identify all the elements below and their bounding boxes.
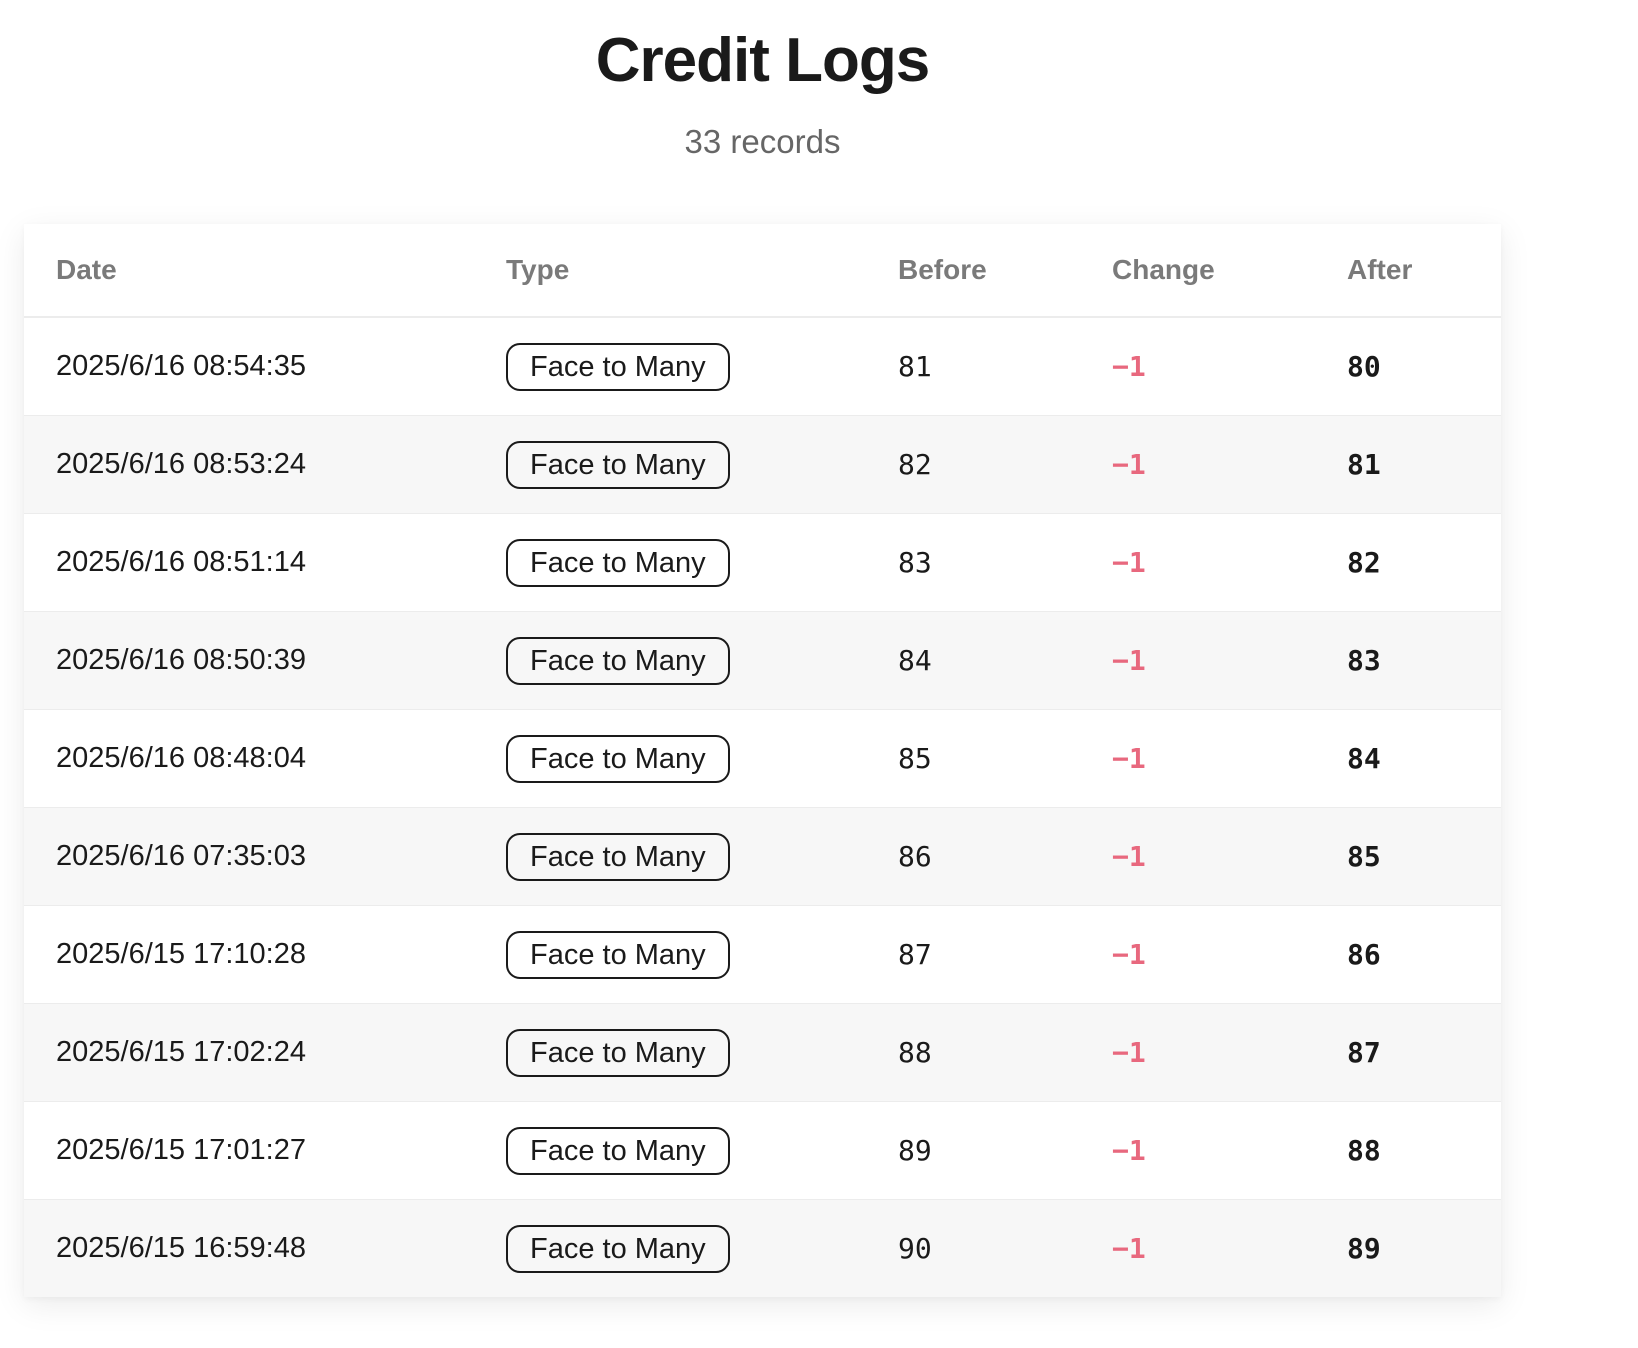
table-row: 2025/6/16 08:53:24 Face to Many 82 −1 81 (24, 415, 1501, 514)
type-badge: Face to Many (506, 1126, 730, 1175)
column-header-date: Date (24, 224, 506, 318)
table-row: 2025/6/16 07:35:03 Face to Many 86 −1 85 (24, 807, 1501, 906)
before-cell: 89 (898, 1101, 1112, 1200)
change-cell: −1 (1112, 513, 1347, 612)
type-cell: Face to Many (506, 905, 898, 1004)
after-cell: 88 (1347, 1101, 1501, 1200)
type-cell: Face to Many (506, 709, 898, 808)
change-cell: −1 (1112, 415, 1347, 514)
before-cell: 88 (898, 1003, 1112, 1102)
date-cell: 2025/6/16 08:54:35 (24, 317, 506, 416)
table-row: 2025/6/16 08:48:04 Face to Many 85 −1 84 (24, 709, 1501, 808)
date-cell: 2025/6/15 17:10:28 (24, 905, 506, 1004)
date-cell: 2025/6/15 16:59:48 (24, 1199, 506, 1297)
type-cell: Face to Many (506, 415, 898, 514)
after-cell: 87 (1347, 1003, 1501, 1102)
change-cell: −1 (1112, 611, 1347, 710)
before-cell: 86 (898, 807, 1112, 906)
change-cell: −1 (1112, 1199, 1347, 1297)
date-cell: 2025/6/16 07:35:03 (24, 807, 506, 906)
date-cell: 2025/6/16 08:53:24 (24, 415, 506, 514)
table-row: 2025/6/16 08:54:35 Face to Many 81 −1 80 (24, 317, 1501, 416)
type-cell: Face to Many (506, 1199, 898, 1297)
type-badge: Face to Many (506, 734, 730, 783)
page-title: Credit Logs (595, 26, 930, 95)
date-cell: 2025/6/15 17:02:24 (24, 1003, 506, 1102)
type-cell: Face to Many (506, 513, 898, 612)
type-cell: Face to Many (506, 1003, 898, 1102)
column-header-change: Change (1112, 224, 1347, 318)
change-cell: −1 (1112, 1003, 1347, 1102)
type-cell: Face to Many (506, 611, 898, 710)
type-badge: Face to Many (506, 832, 730, 881)
type-badge: Face to Many (506, 342, 730, 391)
column-header-after: After (1347, 224, 1501, 318)
after-cell: 83 (1347, 611, 1501, 710)
type-badge: Face to Many (506, 538, 730, 587)
table-row: 2025/6/15 16:59:48 Face to Many 90 −1 89 (24, 1199, 1501, 1297)
date-cell: 2025/6/15 17:01:27 (24, 1101, 506, 1200)
type-badge: Face to Many (506, 930, 730, 979)
after-cell: 84 (1347, 709, 1501, 808)
before-cell: 83 (898, 513, 1112, 612)
change-cell: −1 (1112, 709, 1347, 808)
type-cell: Face to Many (506, 807, 898, 906)
after-cell: 89 (1347, 1199, 1501, 1297)
table-row: 2025/6/15 17:02:24 Face to Many 88 −1 87 (24, 1003, 1501, 1102)
type-badge: Face to Many (506, 636, 730, 685)
credit-logs-table: Date Type Before Change After 2025/6/16 … (24, 224, 1501, 1297)
date-cell: 2025/6/16 08:50:39 (24, 611, 506, 710)
after-cell: 82 (1347, 513, 1501, 612)
before-cell: 85 (898, 709, 1112, 808)
table-row: 2025/6/15 17:01:27 Face to Many 89 −1 88 (24, 1101, 1501, 1200)
change-cell: −1 (1112, 1101, 1347, 1200)
type-cell: Face to Many (506, 317, 898, 416)
column-header-type: Type (506, 224, 898, 318)
page-header: Credit Logs 33 records (0, 0, 1525, 162)
record-count: 33 records (684, 123, 841, 160)
type-badge: Face to Many (506, 440, 730, 489)
before-cell: 84 (898, 611, 1112, 710)
after-cell: 85 (1347, 807, 1501, 906)
credit-logs-page: Credit Logs 33 records Date Type Before … (0, 0, 1638, 1348)
change-cell: −1 (1112, 905, 1347, 1004)
date-cell: 2025/6/16 08:51:14 (24, 513, 506, 612)
change-cell: −1 (1112, 317, 1347, 416)
before-cell: 87 (898, 905, 1112, 1004)
after-cell: 86 (1347, 905, 1501, 1004)
before-cell: 90 (898, 1199, 1112, 1297)
type-badge: Face to Many (506, 1224, 730, 1273)
table-row: 2025/6/16 08:51:14 Face to Many 83 −1 82 (24, 513, 1501, 612)
table-row: 2025/6/15 17:10:28 Face to Many 87 −1 86 (24, 905, 1501, 1004)
after-cell: 81 (1347, 415, 1501, 514)
change-cell: −1 (1112, 807, 1347, 906)
credit-logs-card: Date Type Before Change After 2025/6/16 … (24, 224, 1501, 1297)
table-row: 2025/6/16 08:50:39 Face to Many 84 −1 83 (24, 611, 1501, 710)
column-header-before: Before (898, 224, 1112, 318)
type-cell: Face to Many (506, 1101, 898, 1200)
date-cell: 2025/6/16 08:48:04 (24, 709, 506, 808)
type-badge: Face to Many (506, 1028, 730, 1077)
before-cell: 81 (898, 317, 1112, 416)
after-cell: 80 (1347, 317, 1501, 416)
table-header-row: Date Type Before Change After (24, 224, 1501, 318)
before-cell: 82 (898, 415, 1112, 514)
